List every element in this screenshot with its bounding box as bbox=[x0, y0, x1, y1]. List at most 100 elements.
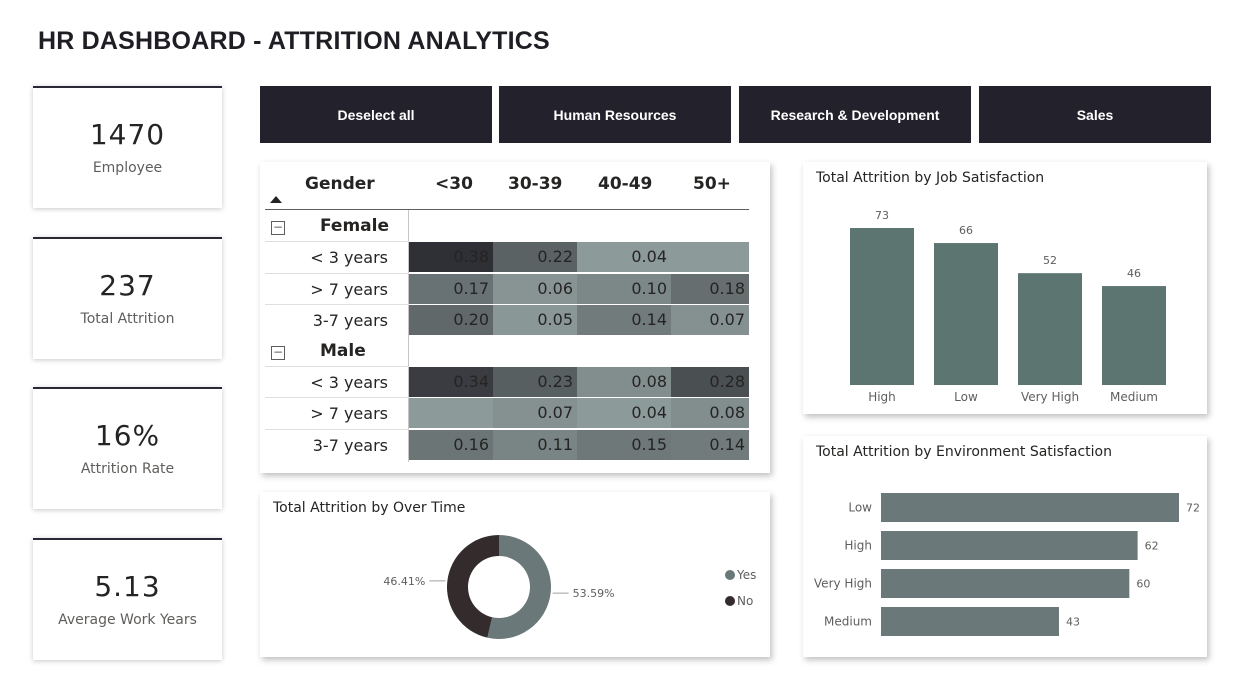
row-divider bbox=[265, 304, 409, 305]
matrix-col-header: 50+ bbox=[693, 174, 731, 194]
matrix-cell[interactable]: 0.08 bbox=[671, 398, 749, 428]
slicer-deselect-all-button[interactable]: Deselect all bbox=[260, 86, 492, 143]
category-label: Medium bbox=[1110, 390, 1158, 404]
matrix-cell[interactable]: 0.22 bbox=[493, 242, 577, 272]
dashboard-title: HR DASHBOARD - ATTRITION ANALYTICS bbox=[38, 27, 550, 55]
job-satisfaction-chart: Total Attrition by Job Satisfaction 73 Hi… bbox=[803, 162, 1207, 414]
matrix-col-header: <30 bbox=[435, 174, 473, 194]
job-satisfaction-bar[interactable] bbox=[1018, 273, 1082, 385]
job-satisfaction-bar[interactable] bbox=[934, 243, 998, 385]
row-divider bbox=[265, 365, 409, 367]
job-satisfaction-bar[interactable] bbox=[1102, 286, 1166, 385]
environment-satisfaction-bar[interactable] bbox=[881, 569, 1130, 598]
matrix-cell[interactable]: 0.05 bbox=[493, 305, 577, 335]
matrix-cell[interactable]: 0.17 bbox=[409, 273, 493, 304]
data-label: 46 bbox=[1127, 267, 1141, 280]
job-satisfaction-bar[interactable] bbox=[850, 228, 914, 385]
matrix-cell[interactable]: 0.28 bbox=[671, 366, 749, 397]
matrix-cell[interactable]: 0.06 bbox=[493, 273, 577, 304]
data-label: 62 bbox=[1145, 540, 1159, 553]
legend-label[interactable]: Yes bbox=[736, 568, 756, 582]
category-label: Low bbox=[954, 390, 978, 404]
category-label: Medium bbox=[824, 615, 872, 629]
matrix-cell[interactable]: 0.14 bbox=[671, 429, 749, 460]
matrix-cell[interactable]: 0.14 bbox=[577, 305, 671, 335]
data-label: 53.59% bbox=[573, 587, 615, 600]
kpi-label: Average Work Years bbox=[58, 612, 197, 628]
matrix-col-header: 40-49 bbox=[598, 174, 653, 194]
row-divider bbox=[265, 397, 409, 398]
environment-satisfaction-bar[interactable] bbox=[881, 607, 1059, 636]
category-label: Very High bbox=[814, 577, 872, 591]
matrix-cell[interactable]: 0.15 bbox=[577, 429, 671, 460]
row-divider bbox=[265, 272, 409, 274]
matrix-cell[interactable]: 0.20 bbox=[409, 305, 493, 335]
data-label: 60 bbox=[1136, 578, 1150, 591]
kpi-card-employee: 1470 Employee bbox=[33, 86, 222, 208]
kpi-value: 16% bbox=[94, 419, 161, 452]
matrix-cell[interactable]: 0.04 bbox=[577, 398, 671, 428]
kpi-value: 237 bbox=[99, 269, 156, 302]
row-divider bbox=[265, 428, 409, 430]
kpi-value: 1470 bbox=[89, 118, 166, 151]
environment-satisfaction-chart: Total Attrition by Environment Satisfact… bbox=[803, 436, 1207, 657]
data-label: 46.41% bbox=[383, 575, 425, 588]
data-label: 73 bbox=[875, 209, 889, 222]
category-label: High bbox=[844, 539, 872, 553]
environment-satisfaction-plot: Low 72 High 62 Very High 60 Medium 43 bbox=[814, 493, 1200, 636]
matrix-row-label: > 7 years bbox=[310, 279, 388, 299]
sort-ascending-icon[interactable] bbox=[270, 196, 282, 203]
collapse-toggle-icon[interactable]: − bbox=[271, 221, 285, 235]
matrix-row-label: < 3 years bbox=[310, 372, 388, 392]
matrix-cell[interactable]: 0.23 bbox=[493, 366, 577, 397]
matrix-cell[interactable]: 0.16 bbox=[409, 429, 493, 460]
legend-label[interactable]: No bbox=[737, 594, 753, 608]
attrition-matrix: Gender <30 30-39 40-49 50+ − Female < 3 ye… bbox=[260, 162, 770, 473]
over-time-donut: 53.59% 46.41% Yes No bbox=[383, 535, 756, 639]
slicer-research-development-button[interactable]: Research & Development bbox=[739, 86, 971, 143]
kpi-card-total-attrition: 237 Total Attrition bbox=[33, 237, 222, 359]
matrix-group-label[interactable]: Female bbox=[320, 216, 389, 236]
matrix-cell[interactable]: 0.04 bbox=[577, 242, 671, 272]
kpi-label: Attrition Rate bbox=[80, 461, 175, 477]
data-label: 43 bbox=[1066, 616, 1080, 629]
environment-satisfaction-bar[interactable] bbox=[881, 531, 1138, 560]
matrix-row-label: > 7 years bbox=[310, 404, 388, 423]
matrix-cell[interactable]: 0.07 bbox=[493, 398, 577, 428]
kpi-card-attrition-rate: 16% Attrition Rate bbox=[33, 387, 222, 509]
header-divider bbox=[265, 209, 749, 210]
data-label: 66 bbox=[959, 224, 973, 237]
kpi-label: Total Attrition bbox=[80, 311, 175, 327]
matrix-row-header: Gender bbox=[305, 174, 375, 194]
legend-marker-icon bbox=[725, 596, 735, 606]
matrix-row-label: 3-7 years bbox=[312, 435, 388, 455]
matrix-row-label: < 3 years bbox=[310, 248, 388, 267]
matrix-cell[interactable]: 0.11 bbox=[493, 429, 577, 460]
data-label: 72 bbox=[1186, 502, 1200, 515]
category-label: Very High bbox=[1021, 390, 1079, 404]
matrix-cell[interactable]: 0.08 bbox=[577, 366, 671, 397]
category-label: Low bbox=[848, 501, 872, 515]
data-label: 52 bbox=[1043, 254, 1057, 267]
matrix-group-label[interactable]: Male bbox=[320, 341, 366, 361]
row-divider bbox=[265, 241, 409, 242]
matrix-cell[interactable]: 0.38 bbox=[409, 242, 493, 272]
job-satisfaction-plot: 73 High 66 Low 52 Very High 46 Medium bbox=[850, 209, 1166, 404]
slicer-sales-button[interactable]: Sales bbox=[979, 86, 1211, 143]
kpi-card-average-work-years: 5.13 Average Work Years bbox=[33, 538, 222, 660]
environment-satisfaction-bar[interactable] bbox=[881, 493, 1179, 522]
matrix-cell[interactable]: 0.10 bbox=[577, 273, 671, 304]
matrix-cell[interactable]: 0.18 bbox=[671, 273, 749, 304]
matrix-row-label: 3-7 years bbox=[312, 311, 388, 330]
matrix-col-header: 30-39 bbox=[508, 174, 563, 194]
collapse-toggle-icon[interactable]: − bbox=[271, 345, 285, 360]
slicer-human-resources-button[interactable]: Human Resources bbox=[499, 86, 731, 143]
kpi-label: Employee bbox=[92, 160, 163, 176]
matrix-cell[interactable]: 0.07 bbox=[671, 305, 749, 335]
matrix-cell[interactable]: 0.34 bbox=[409, 366, 493, 397]
legend-marker-icon bbox=[725, 570, 735, 580]
matrix-cell[interactable] bbox=[409, 398, 493, 428]
kpi-value: 5.13 bbox=[94, 570, 161, 603]
category-label: High bbox=[868, 390, 896, 404]
matrix-cell[interactable] bbox=[671, 242, 749, 272]
